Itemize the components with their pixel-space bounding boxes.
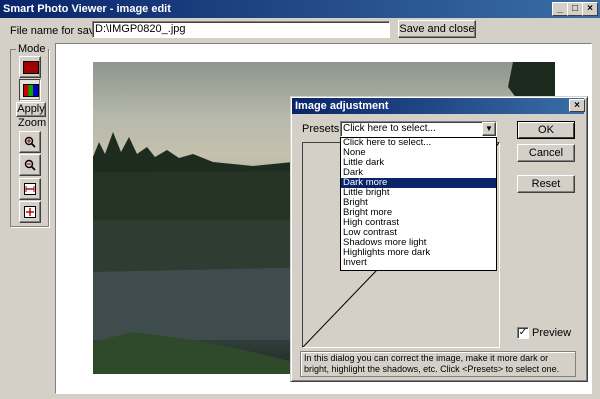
fit-window-icon (24, 206, 36, 218)
presets-dropdown-list[interactable]: Click here to select... None Little dark… (340, 137, 497, 271)
dialog-close-button[interactable]: × (569, 99, 585, 112)
zoom-in-icon (24, 136, 36, 148)
fit-width-icon (24, 183, 36, 195)
preset-option[interactable]: Invert (341, 258, 496, 268)
zoom-out-icon (24, 159, 36, 171)
dialog-title: Image adjustment (295, 100, 389, 112)
save-and-close-button[interactable]: Save and close (398, 20, 476, 38)
dialog-title-bar: Image adjustment (292, 98, 584, 114)
help-text: In this dialog you can correct the image… (300, 351, 576, 377)
color-mode-button[interactable] (19, 79, 41, 101)
preview-checkbox[interactable]: ✓ (517, 327, 529, 339)
ok-button[interactable]: OK (517, 121, 575, 139)
file-name-input[interactable]: D:\IMGP0820_.jpg (92, 21, 390, 38)
crop-mode-button[interactable] (19, 56, 41, 78)
window-title-bar: Smart Photo Viewer - image edit (0, 0, 600, 18)
maximize-button[interactable]: □ (567, 2, 583, 16)
reset-button[interactable]: Reset (517, 175, 575, 193)
zoom-out-button[interactable] (19, 154, 41, 176)
close-button[interactable]: × (582, 2, 598, 16)
apply-button[interactable]: Apply (16, 102, 46, 117)
fit-width-button[interactable] (19, 178, 41, 200)
chevron-down-icon[interactable]: ▼ (482, 122, 496, 136)
window-title: Smart Photo Viewer - image edit (3, 3, 171, 15)
minimize-button[interactable]: _ (552, 2, 568, 16)
presets-label: Presets: (302, 123, 343, 135)
fit-window-button[interactable] (19, 201, 41, 223)
crop-icon (23, 61, 39, 74)
zoom-in-button[interactable] (19, 131, 41, 153)
color-adjust-icon (23, 84, 39, 97)
zoom-label: Zoom (16, 117, 49, 129)
preset-option[interactable]: Little dark (341, 158, 496, 168)
presets-select[interactable]: Click here to select... (340, 121, 497, 137)
mode-label: Mode (16, 43, 48, 55)
preview-label: Preview (532, 327, 572, 339)
cancel-button[interactable]: Cancel (517, 144, 575, 162)
